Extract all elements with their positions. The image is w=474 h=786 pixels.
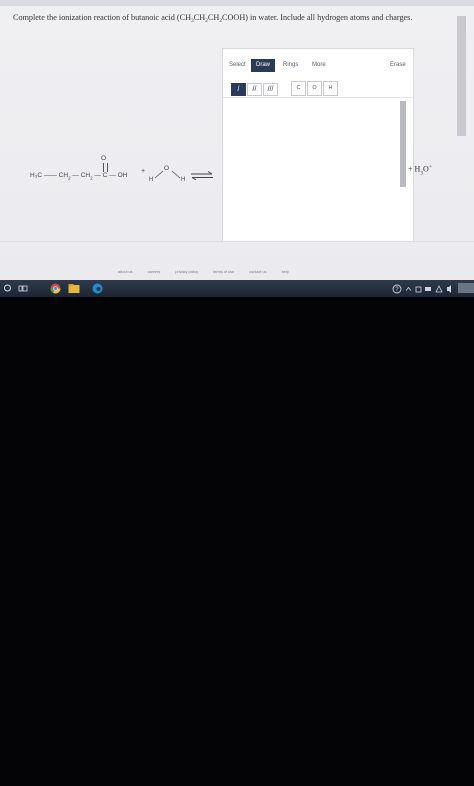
search-icon[interactable] (3, 283, 13, 294)
file-explorer-icon[interactable] (68, 283, 80, 294)
tab-select[interactable]: Select (226, 59, 249, 72)
question-mid-1: CH (193, 13, 206, 22)
ch2-group-1: CH2 (58, 172, 71, 181)
clock-area[interactable] (458, 283, 474, 293)
butanoic-acid-structure: H₃C —— CH2 — CH2 — C — OH (30, 172, 127, 180)
water-bonds (154, 170, 181, 179)
browser-page: Complete the ionization reaction of buta… (0, 0, 474, 280)
carbonyl-double-bond (103, 163, 108, 172)
triple-bond-button[interactable]: /// (263, 83, 278, 96)
question-text: Complete the ionization reaction of buta… (13, 13, 453, 24)
bond-line: —— (43, 172, 57, 179)
system-tray-icons[interactable]: ? (392, 284, 456, 294)
product-hydronium: + H3O+ (408, 164, 432, 176)
question-suffix: COOH) in water. Include all hydrogen ato… (222, 13, 413, 22)
footer-link-contact[interactable]: contact us (249, 270, 266, 274)
ch2-group-2: CH2 (80, 172, 93, 181)
task-view-icon[interactable] (18, 283, 28, 294)
hydroxyl-group: OH (117, 172, 128, 179)
h3c-group: H₃C (30, 172, 43, 179)
ch2-1-sub: 2 (68, 175, 71, 181)
product-plus-sign: + (408, 164, 413, 174)
bond-line: — (109, 172, 116, 179)
bond-line: — (94, 172, 101, 179)
footer-links: about us careers privacy policy terms of… (118, 270, 303, 278)
drawing-canvas[interactable] (223, 99, 413, 241)
single-bond-button[interactable]: / (231, 83, 246, 96)
erase-button[interactable]: Erase (387, 59, 409, 72)
footer-link-help[interactable]: help (282, 270, 289, 274)
footer-link-terms[interactable]: terms of use (213, 270, 234, 274)
footer-link-privacy[interactable]: privacy policy (175, 270, 198, 274)
browser-top-strip (0, 0, 474, 6)
footer-link-about[interactable]: about us (118, 270, 133, 274)
bond-line: — (72, 172, 79, 179)
reactant-plus-sign: + (141, 168, 146, 175)
atom-carbon-button[interactable]: C (291, 81, 306, 96)
question-mid-2: CH (207, 13, 220, 22)
product-charge: + (428, 164, 432, 170)
tab-draw[interactable]: Draw (251, 59, 276, 72)
tab-more[interactable]: More (309, 59, 329, 72)
molecule-editor: Select Draw Rings More Erase / // /// C … (222, 48, 414, 242)
editor-scrollbar[interactable] (400, 101, 406, 187)
ch2-2-main: CH (80, 172, 91, 179)
screen-dark-bezel (0, 297, 474, 786)
edge-icon[interactable] (92, 283, 103, 294)
question-prefix: Complete the ionization reaction of buta… (13, 13, 192, 22)
double-bond-button[interactable]: // (247, 83, 262, 96)
carbonyl-oxygen: O (101, 155, 107, 162)
editor-toolbar: Select Draw Rings More Erase / // /// C … (223, 49, 413, 98)
content-divider (0, 241, 474, 242)
atom-oxygen-button[interactable]: O (307, 81, 322, 96)
tab-rings[interactable]: Rings (280, 59, 301, 72)
chrome-icon[interactable] (50, 283, 61, 294)
ch2-2-sub: 2 (90, 175, 93, 181)
windows-taskbar: ? (0, 280, 474, 297)
equilibrium-arrows-icon (191, 171, 213, 180)
atom-hydrogen-button[interactable]: H (323, 81, 338, 96)
footer-link-careers[interactable]: careers (148, 270, 161, 274)
ch2-1-main: CH (58, 172, 69, 179)
page-scrollbar[interactable] (457, 16, 466, 136)
carboxyl-carbon: C (102, 172, 108, 179)
